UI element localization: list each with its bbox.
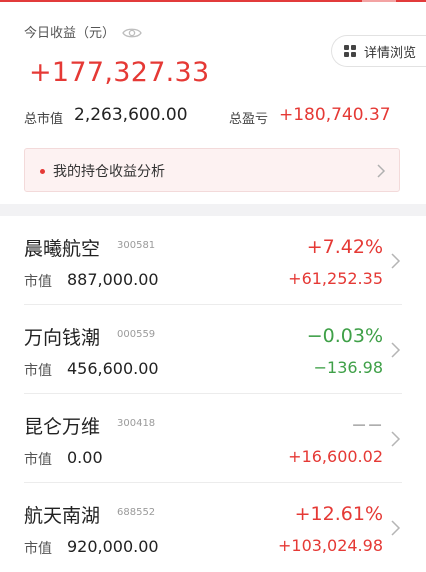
eye-icon[interactable]	[122, 26, 142, 40]
change-percent: +7.42%	[306, 236, 383, 258]
stock-code: 300581	[117, 240, 156, 251]
chevron-right-icon	[391, 253, 401, 269]
market-value: 920,000.00	[67, 537, 159, 556]
market-value: 0.00	[67, 448, 103, 467]
today-profit-label: 今日收益（元）	[24, 26, 116, 41]
stock-code: 688552	[117, 507, 156, 518]
chevron-right-icon	[391, 342, 401, 358]
holding-row[interactable]: 万向钱潮 000559 市值 456,600.00 −0.03% −136.98	[0, 305, 426, 394]
holding-analysis-label: 我的持仓收益分析	[53, 164, 165, 180]
detail-view-label: 详情浏览	[364, 45, 417, 61]
change-percent: +12.61%	[294, 503, 383, 525]
profit-summary-card: 今日收益（元） 详情浏览 +177,327.33 总市值 2,263,600.0…	[0, 2, 426, 204]
total-pl-value: +180,740.37	[279, 105, 391, 125]
total-pl-label: 总盈亏	[229, 112, 269, 127]
holding-row[interactable]: 晨曦航空 300581 市值 887,000.00 +7.42% +61,252…	[0, 216, 426, 305]
total-market-value: 2,263,600.00	[74, 105, 188, 125]
chevron-right-icon	[391, 431, 401, 447]
dot-icon	[40, 169, 45, 174]
stock-name: 晨曦航空	[24, 238, 101, 260]
stock-name: 万向钱潮	[24, 327, 101, 349]
holding-row[interactable]: 昆仑万维 300418 市值 0.00 −− +16,600.02	[0, 394, 426, 483]
chevron-right-icon	[391, 520, 401, 536]
profit-amount: +103,024.98	[277, 536, 383, 555]
change-percent: −−	[351, 414, 383, 436]
profit-amount: +61,252.35	[288, 269, 383, 288]
detail-view-button[interactable]: 详情浏览	[331, 35, 426, 67]
market-value-label: 市值	[24, 363, 52, 379]
market-value-label: 市值	[24, 274, 52, 290]
holding-analysis-link[interactable]: 我的持仓收益分析	[24, 148, 400, 192]
change-percent: −0.03%	[306, 325, 383, 347]
today-profit-value: +177,327.33	[29, 57, 210, 88]
holding-row[interactable]: 航天南湖 688552 市值 920,000.00 +12.61% +103,0…	[0, 483, 426, 572]
holdings-list: 晨曦航空 300581 市值 887,000.00 +7.42% +61,252…	[0, 216, 426, 572]
total-market-value-label: 总市值	[24, 112, 64, 127]
stock-code: 300418	[117, 418, 156, 429]
market-value: 456,600.00	[67, 359, 159, 378]
stock-name: 航天南湖	[24, 505, 101, 527]
stock-name: 昆仑万维	[24, 416, 101, 438]
chevron-right-icon	[377, 164, 386, 178]
stock-code: 000559	[117, 329, 156, 340]
profit-amount: +16,600.02	[288, 447, 383, 466]
market-value-label: 市值	[24, 452, 52, 468]
grid-icon	[344, 45, 356, 57]
market-value: 887,000.00	[67, 270, 159, 289]
profit-amount: −136.98	[313, 358, 383, 377]
market-value-label: 市值	[24, 541, 52, 557]
